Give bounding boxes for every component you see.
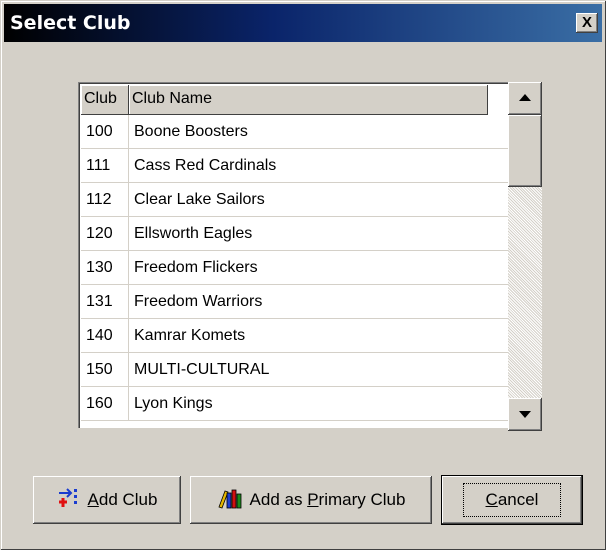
table-row[interactable]: 140 Kamrar Komets [81,319,508,353]
club-number-cell: 160 [81,387,129,420]
books-icon [217,487,243,514]
club-name-cell: Freedom Flickers [134,259,258,276]
scroll-up-button[interactable] [508,82,542,115]
club-number-cell: 100 [81,115,129,148]
add-club-label: Add Club [87,490,158,509]
cancel-button[interactable]: Cancel [442,476,582,524]
club-number-cell: 120 [81,217,129,250]
club-name-cell: Freedom Warriors [134,293,263,310]
table-row[interactable]: 100 Boone Boosters [81,115,508,149]
club-name-cell: Lyon Kings [134,395,213,412]
scroll-down-button[interactable] [508,398,542,431]
club-grid[interactable]: Club Club Name 100 Boone Boosters 111 Cass… [78,82,508,428]
arrow-up-icon [519,94,531,101]
club-number-cell: 111 [81,149,129,182]
club-number-cell: 150 [81,353,129,386]
add-arrow-icon [57,487,81,514]
table-row[interactable]: 130 Freedom Flickers [81,251,508,285]
club-number-cell: 112 [81,183,129,216]
table-row[interactable]: 150 MULTI-CULTURAL [81,353,508,387]
select-club-dialog: Select Club X Club Club Name 100 Boone Bo… [0,0,606,550]
grid-rows: 100 Boone Boosters 111 Cass Red Cardinals … [81,115,508,421]
cancel-label: Cancel [462,483,562,517]
add-club-button[interactable]: Add Club [33,476,181,524]
window-title: Select Club [10,12,131,34]
close-button[interactable]: X [576,13,598,33]
vertical-scrollbar[interactable] [508,82,542,431]
arrow-down-icon [519,411,531,418]
grid-header: Club Club Name [81,85,508,115]
column-header-club-name[interactable]: Club Name [129,85,488,115]
club-name-cell: Kamrar Komets [134,327,246,344]
club-name-cell: MULTI-CULTURAL [134,361,270,378]
add-primary-club-button[interactable]: Add as Primary Club [190,476,432,524]
club-number-cell: 140 [81,319,129,352]
club-number-cell: 131 [81,285,129,318]
add-primary-club-label: Add as Primary Club [249,490,406,509]
club-name-cell: Boone Boosters [134,123,248,140]
club-name-cell: Cass Red Cardinals [134,157,277,174]
table-row[interactable]: 160 Lyon Kings [81,387,508,421]
close-icon: X [581,14,592,31]
table-row[interactable]: 111 Cass Red Cardinals [81,149,508,183]
club-number-cell: 130 [81,251,129,284]
club-name-cell: Ellsworth Eagles [134,225,253,242]
table-row[interactable]: 131 Freedom Warriors [81,285,508,319]
column-header-club[interactable]: Club [81,85,129,115]
scroll-thumb[interactable] [508,115,542,187]
title-bar[interactable]: Select Club X [4,4,602,42]
club-name-cell: Clear Lake Sailors [134,191,265,208]
table-row[interactable]: 112 Clear Lake Sailors [81,183,508,217]
table-row[interactable]: 120 Ellsworth Eagles [81,217,508,251]
